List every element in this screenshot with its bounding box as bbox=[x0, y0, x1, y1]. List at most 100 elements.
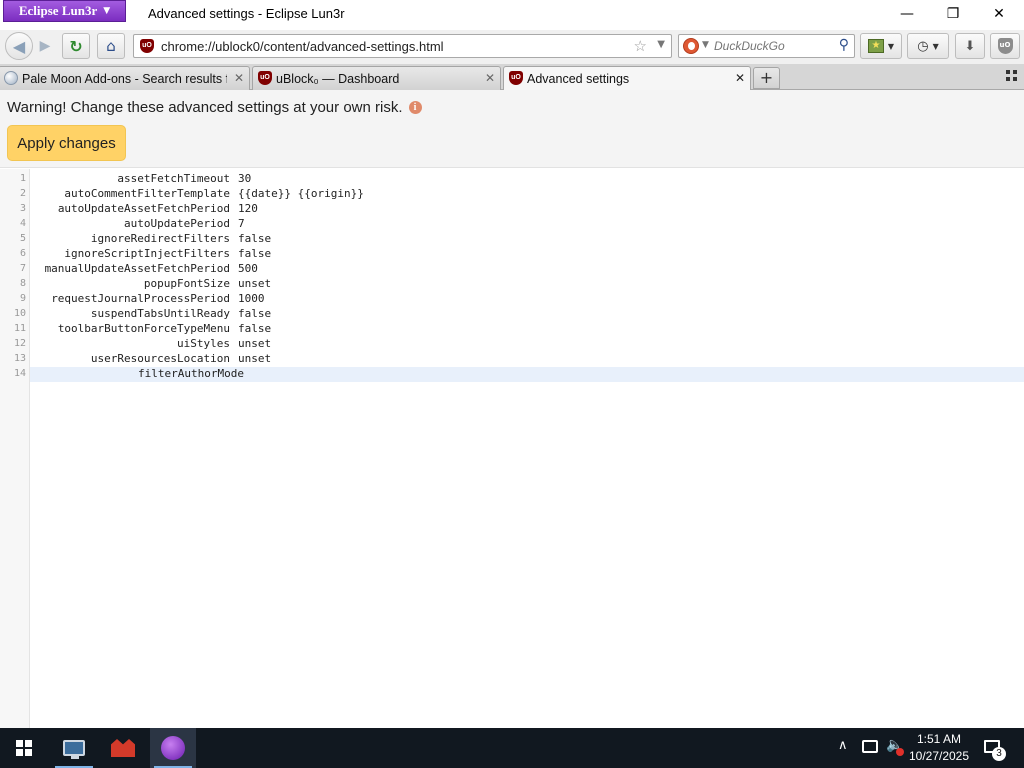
bookmark-star-icon[interactable]: ☆ bbox=[634, 37, 647, 55]
search-bar[interactable]: ▼ ⚲ bbox=[678, 34, 855, 58]
line-number: 10 bbox=[13, 308, 26, 319]
setting-row[interactable]: userResourcesLocation unset bbox=[30, 352, 1024, 367]
browser-app-icon bbox=[161, 736, 185, 760]
setting-value[interactable]: unset bbox=[238, 352, 271, 365]
downloads-button[interactable]: ⬇ bbox=[955, 33, 985, 59]
taskbar-app-browser[interactable] bbox=[150, 728, 196, 768]
setting-row[interactable]: assetFetchTimeout 30 bbox=[30, 172, 1024, 187]
setting-value[interactable]: unset bbox=[238, 277, 271, 290]
browser-window: Eclipse Lun3r ▼ Advanced settings - Ecli… bbox=[0, 0, 1024, 768]
tab-ublock-dashboard[interactable]: uO uBlock₀ — Dashboard ✕ bbox=[252, 66, 501, 90]
forward-arrow-icon: ▶ bbox=[39, 38, 51, 54]
reload-button[interactable]: ↻ bbox=[62, 33, 90, 59]
reload-icon: ↻ bbox=[69, 36, 83, 56]
moon-icon bbox=[4, 71, 18, 85]
setting-key: requestJournalProcessPeriod bbox=[51, 292, 230, 305]
url-bar[interactable]: uO chrome://ublock0/content/advanced-set… bbox=[133, 34, 672, 58]
setting-row[interactable]: autoCommentFilterTemplate {{date}} {{orig… bbox=[30, 187, 1024, 202]
windows-logo-icon bbox=[16, 740, 32, 756]
apply-changes-button[interactable]: Apply changes bbox=[7, 125, 126, 161]
ublock-icon: uO bbox=[140, 39, 154, 53]
clock-time: 1:51 AM bbox=[916, 732, 962, 746]
duckduckgo-icon[interactable] bbox=[683, 38, 699, 54]
info-icon[interactable]: i bbox=[408, 101, 422, 114]
setting-row[interactable]: ignoreScriptInjectFilters false bbox=[30, 247, 1024, 262]
setting-key: filterAuthorMode bbox=[138, 367, 244, 380]
network-tray-icon[interactable] bbox=[862, 740, 878, 753]
line-number: 5 bbox=[19, 233, 26, 244]
cat-app-icon bbox=[111, 739, 135, 757]
setting-row[interactable]: autoUpdateAssetFetchPeriod 120 bbox=[30, 202, 1024, 217]
setting-value[interactable]: unset bbox=[238, 337, 271, 350]
setting-row[interactable]: ignoreRedirectFilters false bbox=[30, 232, 1024, 247]
window-title: Advanced settings - Eclipse Lun3r bbox=[148, 6, 345, 21]
tab-list-button[interactable] bbox=[1006, 70, 1020, 84]
network-app-icon bbox=[63, 740, 85, 759]
clock[interactable]: 1:51 AM 10/27/2025 bbox=[904, 731, 974, 765]
url-text[interactable]: chrome://ublock0/content/advanced-settin… bbox=[161, 39, 444, 54]
settings-editor[interactable]: 1 2 3 4 5 6 7 8 9 10 11 12 13 14 assetFetchTimeout 30 a… bbox=[0, 169, 1024, 728]
setting-row[interactable]: popupFontSize unset bbox=[30, 277, 1024, 292]
setting-row[interactable]: toolbarButtonForceTypeMenu false bbox=[30, 322, 1024, 337]
setting-value[interactable]: 30 bbox=[238, 172, 251, 185]
restore-button[interactable]: ❐ bbox=[930, 0, 976, 28]
taskbar-app-network[interactable] bbox=[51, 728, 97, 768]
setting-value[interactable]: {{date}} {{origin}} bbox=[238, 187, 364, 200]
setting-row[interactable]: uiStyles unset bbox=[30, 337, 1024, 352]
clock-date: 10/27/2025 bbox=[908, 749, 970, 763]
setting-row[interactable]: autoUpdatePeriod 7 bbox=[30, 217, 1024, 232]
setting-value[interactable]: false bbox=[238, 307, 271, 320]
minimize-button[interactable]: — bbox=[884, 0, 930, 28]
setting-value[interactable]: 120 bbox=[238, 202, 258, 215]
tab-advanced-settings[interactable]: uO Advanced settings ✕ bbox=[503, 66, 751, 91]
setting-key: toolbarButtonForceTypeMenu bbox=[57, 322, 230, 335]
line-number: 7 bbox=[19, 263, 26, 274]
home-button[interactable]: ⌂ bbox=[97, 33, 125, 59]
line-number: 2 bbox=[19, 188, 26, 199]
new-tab-button[interactable]: + bbox=[753, 67, 780, 89]
bookmarks-icon: ★ bbox=[867, 39, 884, 53]
setting-key: autoUpdateAssetFetchPeriod bbox=[57, 202, 230, 215]
app-menu-button[interactable]: Eclipse Lun3r ▼ bbox=[3, 0, 126, 22]
navigation-toolbar: ◀ ▶ ↻ ⌂ uO chrome://ublock0/content/adva… bbox=[0, 30, 1024, 64]
history-button[interactable]: ◷ ▼ bbox=[907, 33, 949, 59]
setting-row[interactable]: filterAuthorMode bbox=[30, 367, 1024, 382]
tab-pale-moon-addons[interactable]: Pale Moon Add-ons - Search results for ✕ bbox=[0, 66, 250, 90]
close-icon[interactable]: ✕ bbox=[234, 71, 244, 85]
close-button[interactable]: ✕ bbox=[976, 0, 1022, 28]
title-bar: Eclipse Lun3r ▼ Advanced settings - Ecli… bbox=[0, 0, 1024, 30]
setting-row[interactable]: suspendTabsUntilReady false bbox=[30, 307, 1024, 322]
close-icon[interactable]: ✕ bbox=[735, 71, 745, 85]
chevron-down-icon[interactable]: ▼ bbox=[657, 39, 665, 50]
chevron-down-icon[interactable]: ▼ bbox=[702, 40, 709, 50]
download-arrow-icon: ⬇ bbox=[964, 38, 976, 54]
setting-key: uiStyles bbox=[177, 337, 230, 350]
setting-value[interactable]: 7 bbox=[238, 217, 245, 230]
setting-value[interactable]: false bbox=[238, 247, 271, 260]
setting-value[interactable]: false bbox=[238, 322, 271, 335]
chevron-down-icon: ▼ bbox=[103, 6, 111, 16]
ublock-shield-icon: uO bbox=[997, 38, 1013, 54]
setting-value[interactable]: 1000 bbox=[238, 292, 265, 305]
forward-button[interactable]: ▶ bbox=[34, 33, 56, 59]
setting-row[interactable]: requestJournalProcessPeriod 1000 bbox=[30, 292, 1024, 307]
setting-value[interactable]: 500 bbox=[238, 262, 258, 275]
taskbar-app-cat[interactable] bbox=[100, 728, 146, 768]
search-icon[interactable]: ⚲ bbox=[839, 37, 849, 53]
setting-row[interactable]: manualUpdateAssetFetchPeriod 500 bbox=[30, 262, 1024, 277]
notifications-button[interactable]: 3 bbox=[980, 736, 1010, 762]
tab-label: uBlock₀ — Dashboard bbox=[276, 72, 400, 86]
tab-bar: Pale Moon Add-ons - Search results for ✕… bbox=[0, 64, 1024, 91]
ublock-toolbar-button[interactable]: uO bbox=[990, 33, 1020, 59]
close-icon[interactable]: ✕ bbox=[485, 71, 495, 85]
setting-value[interactable]: false bbox=[238, 232, 271, 245]
notification-badge: 3 bbox=[992, 747, 1006, 761]
ublock-icon: uO bbox=[258, 71, 272, 85]
start-button[interactable] bbox=[0, 728, 48, 768]
tray-chevron-up-icon[interactable]: ∧ bbox=[838, 738, 848, 753]
tab-label: Advanced settings bbox=[527, 72, 630, 86]
back-button[interactable]: ◀ bbox=[5, 32, 33, 60]
search-input[interactable] bbox=[714, 37, 829, 55]
bookmarks-button[interactable]: ★ ▼ bbox=[860, 33, 902, 59]
setting-key: ignoreScriptInjectFilters bbox=[64, 247, 230, 260]
